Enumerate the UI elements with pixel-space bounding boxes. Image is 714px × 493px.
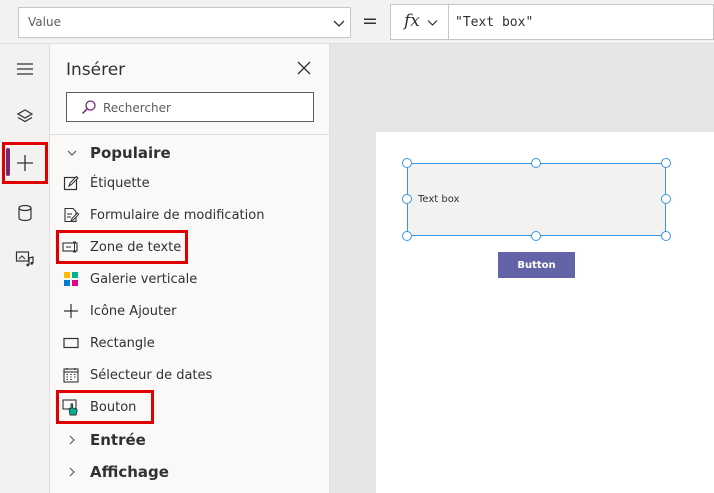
category-label: Affichage xyxy=(90,463,169,481)
calendar-icon xyxy=(63,368,79,383)
insert-item-text: Sélecteur de dates xyxy=(90,367,213,383)
rail-tree-view-button[interactable] xyxy=(6,100,44,134)
search-icon xyxy=(81,100,96,115)
chevron-down-icon xyxy=(333,20,345,27)
insert-pane: Insérer Rechercher Populaire Étiquette F… xyxy=(50,44,330,493)
search-input[interactable]: Rechercher xyxy=(66,92,314,122)
highlight-text-input xyxy=(56,230,188,264)
property-value: Value xyxy=(28,15,61,29)
insert-item-text: Icône Ajouter xyxy=(90,303,177,319)
canvas-button-label: Button xyxy=(517,259,556,271)
close-icon[interactable] xyxy=(296,60,312,76)
highlight-button xyxy=(56,390,154,424)
insert-item-rectangle[interactable]: Rectangle xyxy=(62,331,155,355)
formula-input[interactable]: "Text box" xyxy=(448,4,714,40)
insert-item-edit-form[interactable]: Formulaire de modification xyxy=(62,203,264,227)
gallery-icon xyxy=(64,272,78,286)
fx-button[interactable]: fx xyxy=(390,4,448,40)
resize-handle-bottom-left[interactable] xyxy=(402,231,412,241)
equals-sign: = xyxy=(362,10,378,32)
insert-item-text: Galerie verticale xyxy=(90,271,198,287)
canvas-area: Text box Button xyxy=(330,44,714,493)
search-placeholder: Rechercher xyxy=(103,101,171,115)
insert-item-label[interactable]: Étiquette xyxy=(62,171,150,195)
hamburger-icon xyxy=(17,63,33,75)
chevron-down-icon xyxy=(427,20,438,26)
resize-handle-left[interactable] xyxy=(402,194,412,204)
chevron-right-icon xyxy=(69,435,75,445)
insert-item-date-picker[interactable]: Sélecteur de dates xyxy=(62,363,212,387)
pane-divider xyxy=(50,134,330,135)
resize-handle-bottom[interactable] xyxy=(531,231,541,241)
category-entree[interactable]: Entrée xyxy=(66,429,146,451)
category-label: Entrée xyxy=(90,431,146,449)
property-dropdown[interactable]: Value xyxy=(18,7,351,38)
insert-item-text: Étiquette xyxy=(90,175,150,191)
canvas-button[interactable]: Button xyxy=(498,252,575,278)
app-screen[interactable]: Text box Button xyxy=(376,132,714,493)
formula-bar: Value = fx "Text box" xyxy=(0,0,714,44)
resize-handle-top-right[interactable] xyxy=(661,158,671,168)
resize-handle-right[interactable] xyxy=(661,194,671,204)
category-affichage[interactable]: Affichage xyxy=(66,461,169,483)
resize-handle-bottom-right[interactable] xyxy=(661,231,671,241)
rail-menu-button[interactable] xyxy=(6,52,44,86)
label-edit-icon xyxy=(63,175,79,191)
canvas-text-input[interactable]: Text box xyxy=(407,163,666,236)
insert-item-vertical-gallery[interactable]: Galerie verticale xyxy=(62,267,197,291)
add-icon xyxy=(64,304,78,318)
rectangle-icon xyxy=(63,337,79,349)
resize-handle-top-left[interactable] xyxy=(402,158,412,168)
database-icon xyxy=(18,204,32,222)
formula-text: "Text box" xyxy=(455,15,534,30)
textbox-text: Text box xyxy=(418,194,460,205)
media-icon xyxy=(15,251,34,267)
fx-icon: fx xyxy=(404,11,420,31)
layers-icon xyxy=(16,109,34,123)
chevron-right-icon xyxy=(69,467,75,477)
rail-media-button[interactable] xyxy=(6,242,44,276)
form-edit-icon xyxy=(64,207,79,223)
insert-item-text: Rectangle xyxy=(90,335,155,351)
insert-item-text: Formulaire de modification xyxy=(90,207,265,223)
resize-handle-top[interactable] xyxy=(531,158,541,168)
left-rail xyxy=(0,44,50,493)
chevron-down-icon xyxy=(67,150,77,156)
highlight-insert xyxy=(2,142,48,184)
category-label: Populaire xyxy=(90,144,171,162)
rail-data-button[interactable] xyxy=(6,196,44,230)
insert-item-add-icon[interactable]: Icône Ajouter xyxy=(62,299,176,323)
pane-title: Insérer xyxy=(66,60,126,80)
category-populaire[interactable]: Populaire xyxy=(66,142,171,164)
